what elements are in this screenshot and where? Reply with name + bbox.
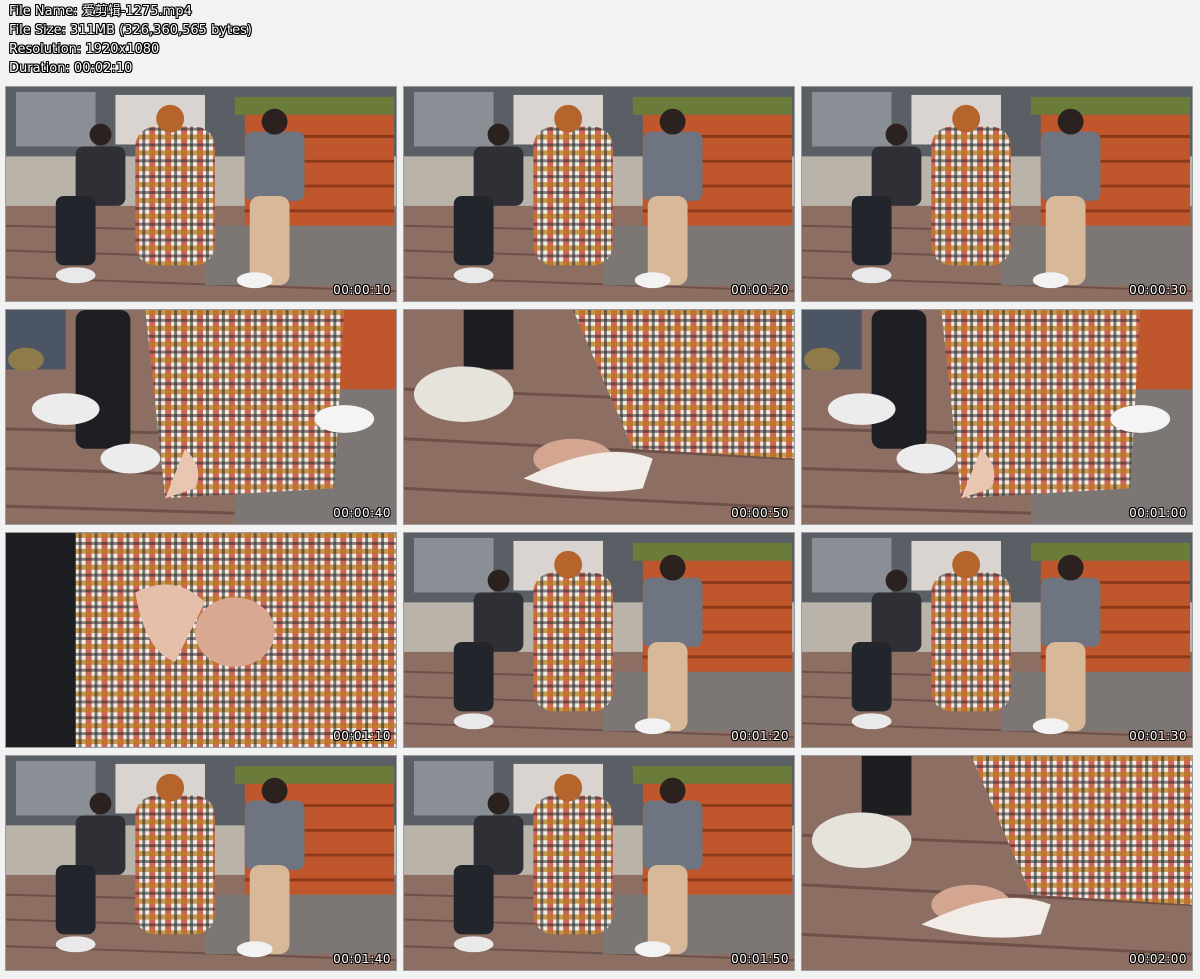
thumbnail-grid: 00:00:10 00:00:20 00:00:30 00:00:40 00:0… xyxy=(0,82,1200,979)
timestamp-label: 00:01:20 xyxy=(731,729,789,743)
thumbnail-image xyxy=(404,87,794,301)
thumbnail-image xyxy=(802,533,1192,747)
thumbnail-frame: 00:01:50 xyxy=(403,755,795,971)
timestamp-label: 00:01:40 xyxy=(333,952,391,966)
duration-text: Duration: 00:02:10 xyxy=(9,61,133,76)
thumbnail-frame: 00:01:10 xyxy=(5,532,397,748)
thumbnail-frame: 00:00:20 xyxy=(403,86,795,302)
timestamp-label: 00:01:10 xyxy=(333,729,391,743)
thumbnail-image xyxy=(404,310,794,524)
thumbnail-frame: 00:01:00 xyxy=(801,309,1193,525)
thumbnail-frame: 00:01:40 xyxy=(5,755,397,971)
thumbnail-frame: 00:01:20 xyxy=(403,532,795,748)
thumbnail-image xyxy=(6,310,396,524)
resolution-text: Resolution: 1920x1080 xyxy=(9,42,160,57)
thumbnail-image xyxy=(802,310,1192,524)
thumbnail-image xyxy=(802,87,1192,301)
thumbnail-image xyxy=(802,756,1192,970)
timestamp-label: 00:00:50 xyxy=(731,506,789,520)
timestamp-label: 00:00:20 xyxy=(731,283,789,297)
thumbnail-frame: 00:00:10 xyxy=(5,86,397,302)
thumbnail-frame: 00:02:00 xyxy=(801,755,1193,971)
thumbnail-frame: 00:01:30 xyxy=(801,532,1193,748)
file-size-text: File Size: 311MB (326,360,565 bytes) xyxy=(9,23,252,38)
timestamp-label: 00:00:30 xyxy=(1129,283,1187,297)
timestamp-label: 00:01:00 xyxy=(1129,506,1187,520)
timestamp-label: 00:01:50 xyxy=(731,952,789,966)
timestamp-label: 00:00:40 xyxy=(333,506,391,520)
timestamp-label: 00:00:10 xyxy=(333,283,391,297)
thumbnail-image xyxy=(404,533,794,747)
timestamp-label: 00:02:00 xyxy=(1129,952,1187,966)
thumbnail-image xyxy=(6,756,396,970)
thumbnail-frame: 00:00:40 xyxy=(5,309,397,525)
thumbnail-frame: 00:00:50 xyxy=(403,309,795,525)
file-name-text: File Name: 爱剪辑-1275.mp4 xyxy=(9,4,192,19)
thumbnail-image xyxy=(404,756,794,970)
thumbnail-image xyxy=(6,533,396,747)
file-info-header: File Name: 爱剪辑-1275.mp4 File Size: 311MB… xyxy=(0,0,1200,82)
timestamp-label: 00:01:30 xyxy=(1129,729,1187,743)
thumbnail-image xyxy=(6,87,396,301)
thumbnail-frame: 00:00:30 xyxy=(801,86,1193,302)
